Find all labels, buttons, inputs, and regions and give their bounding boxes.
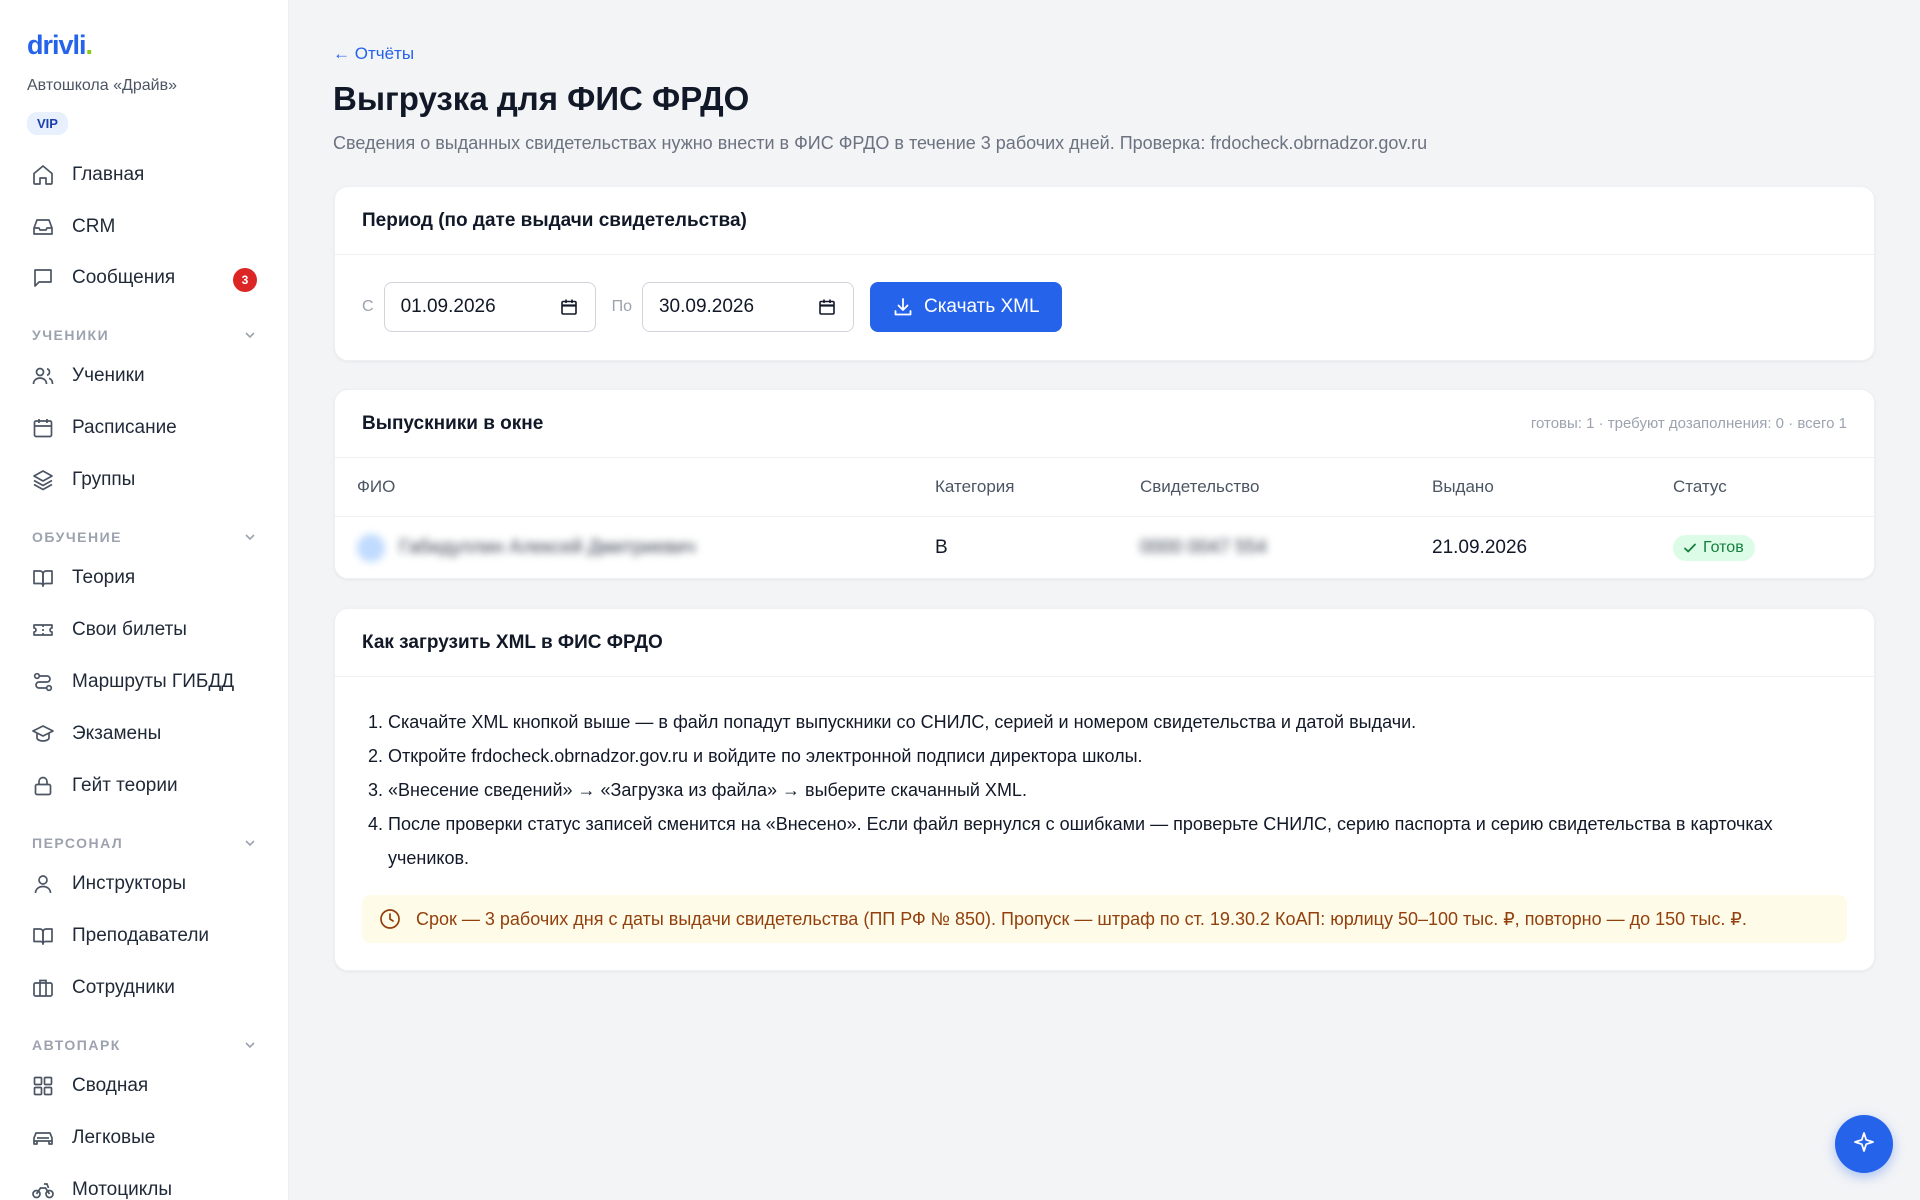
- column-header-issued[interactable]: Выдано: [1432, 458, 1673, 517]
- sidebar-item-instructors[interactable]: Инструкторы: [18, 861, 270, 907]
- page-title: Выгрузка для ФИС ФРДО: [333, 80, 750, 117]
- section-fleet[interactable]: АВТОПАРК: [32, 1037, 258, 1053]
- sidebar-item-teachers[interactable]: Преподаватели: [18, 913, 270, 959]
- download-xml-button[interactable]: Скачать XML: [869, 282, 1062, 332]
- instructions-card-title: Как загрузить XML в ФИС ФРДО: [362, 631, 663, 653]
- book-open-icon: [31, 924, 55, 948]
- avatar: [357, 534, 385, 563]
- calendar-icon: [31, 416, 55, 440]
- date-from-input[interactable]: 01.09.2026: [383, 282, 596, 332]
- grid-icon: [31, 1074, 55, 1098]
- period-card-header: Период (по дате выдачи свидетельства): [335, 187, 1874, 255]
- column-header-name[interactable]: ФИО: [335, 458, 935, 517]
- chevron-down-icon: [242, 529, 258, 545]
- from-label: С: [362, 298, 374, 315]
- clock-icon: [378, 907, 402, 931]
- sidebar-item-custom-tickets[interactable]: Свои билеты: [18, 607, 270, 653]
- message-icon: [31, 266, 55, 290]
- table-header-row: ФИО Категория Свидетельство Выдано Стату…: [335, 458, 1874, 517]
- graduates-summary: готовы: 1 · требуют дозаполнения: 0 · вс…: [1530, 415, 1847, 432]
- date-to-input[interactable]: 30.09.2026: [641, 282, 854, 332]
- list-item: «Внесение сведений» → «Загрузка из файла…: [388, 773, 1847, 807]
- table-row[interactable]: Габидуллин Алексей Дмитриевич B 0000 004…: [335, 516, 1874, 580]
- school-name: Автошкола «Драйв»: [27, 77, 177, 94]
- period-card: Период (по дате выдачи свидетельства) С …: [334, 186, 1875, 361]
- download-icon: [892, 296, 914, 318]
- route-icon: [31, 670, 55, 694]
- sidebar-item-employees[interactable]: Сотрудники: [18, 965, 270, 1011]
- instructions-card: Как загрузить XML в ФИС ФРДО Скачайте XM…: [334, 608, 1875, 971]
- to-label: По: [611, 298, 632, 315]
- section-staff[interactable]: ПЕРСОНАЛ: [32, 835, 258, 851]
- sidebar-item-exams[interactable]: Экзамены: [18, 711, 270, 757]
- instructions-card-header: Как загрузить XML в ФИС ФРДО: [335, 609, 1874, 677]
- list-item: Откройте frdocheck.obrnadzor.gov.ru и во…: [388, 739, 1847, 773]
- period-controls: С 01.09.2026 По 30.09.2026 Скачать XML: [335, 255, 1874, 359]
- home-icon: [31, 163, 55, 187]
- inbox-icon: [31, 215, 55, 239]
- chevron-down-icon: [242, 1037, 258, 1053]
- cell-category: B: [935, 537, 948, 559]
- column-header-status[interactable]: Статус: [1673, 458, 1874, 517]
- sidebar-item-theory[interactable]: Теория: [18, 555, 270, 601]
- chevron-down-icon: [242, 835, 258, 851]
- plan-badge: VIP: [27, 112, 68, 135]
- list-item: Скачайте XML кнопкой выше — в файл попад…: [388, 705, 1847, 739]
- lock-icon: [31, 774, 55, 798]
- page-subtitle: Сведения о выданных свидетельствах нужно…: [333, 133, 1428, 153]
- unread-count-badge: 3: [233, 268, 257, 292]
- cell-certificate: 0000 0047 554: [1140, 537, 1267, 559]
- graduation-cap-icon: [31, 722, 55, 746]
- user-icon: [31, 872, 55, 896]
- sidebar-item-home[interactable]: Главная: [18, 152, 270, 198]
- calendar-icon[interactable]: [559, 297, 579, 317]
- sparkle-icon: [1852, 1130, 1876, 1159]
- deadline-notice: Срок — 3 рабочих дня с даты выдачи свиде…: [362, 895, 1847, 943]
- graduates-card-title: Выпускники в окне: [362, 412, 544, 434]
- brand-logo[interactable]: drivli.: [27, 30, 93, 61]
- cell-issued: 21.09.2026: [1432, 537, 1528, 559]
- sidebar-item-motorcycles[interactable]: Мотоциклы: [18, 1167, 270, 1200]
- sidebar-item-routes[interactable]: Маршруты ГИБДД: [18, 659, 270, 705]
- graduates-card: Выпускники в окне готовы: 1 · требуют до…: [334, 389, 1875, 579]
- graduates-card-header: Выпускники в окне готовы: 1 · требуют до…: [335, 390, 1874, 458]
- back-to-reports-link[interactable]: ← Отчёты: [333, 44, 414, 64]
- main-content: ← Отчёты Выгрузка для ФИС ФРДО Сведения …: [289, 0, 1920, 1200]
- sidebar-item-messages[interactable]: Сообщения 3: [18, 255, 270, 301]
- column-header-certificate[interactable]: Свидетельство: [1140, 458, 1432, 517]
- users-icon: [31, 364, 55, 388]
- sidebar-item-fleet-summary[interactable]: Сводная: [18, 1063, 270, 1109]
- ticket-icon: [31, 618, 55, 642]
- sidebar-item-crm[interactable]: CRM: [18, 204, 270, 250]
- period-card-title: Период (по дате выдачи свидетельства): [362, 209, 747, 231]
- instruction-steps: Скачайте XML кнопкой выше — в файл попад…: [335, 677, 1874, 875]
- sidebar-item-schedule[interactable]: Расписание: [18, 405, 270, 451]
- section-training[interactable]: ОБУЧЕНИЕ: [32, 529, 258, 545]
- graduates-table: ФИО Категория Свидетельство Выдано Стату…: [335, 458, 1874, 580]
- cell-name: Габидуллин Алексей Дмитриевич: [335, 516, 935, 580]
- cell-status: Готов: [1673, 516, 1874, 580]
- sidebar-item-students[interactable]: Ученики: [18, 353, 270, 399]
- status-badge: Готов: [1673, 534, 1755, 561]
- chevron-down-icon: [242, 327, 258, 343]
- check-icon: [1682, 540, 1698, 556]
- motorcycle-icon: [31, 1178, 55, 1200]
- ai-assistant-button[interactable]: [1835, 1115, 1893, 1173]
- calendar-icon[interactable]: [817, 297, 837, 317]
- layers-icon: [31, 468, 55, 492]
- list-item: После проверки статус записей сменится н…: [388, 807, 1847, 875]
- sidebar: drivli. Автошкола «Драйв» VIP Главная CR…: [0, 0, 289, 1200]
- section-students[interactable]: УЧЕНИКИ: [32, 327, 258, 343]
- sidebar-item-theory-gate[interactable]: Гейт теории: [18, 763, 270, 809]
- sidebar-item-groups[interactable]: Группы: [18, 457, 270, 503]
- briefcase-icon: [31, 976, 55, 1000]
- book-icon: [31, 566, 55, 590]
- car-icon: [31, 1126, 55, 1150]
- sidebar-item-cars[interactable]: Легковые: [18, 1115, 270, 1161]
- column-header-category[interactable]: Категория: [935, 458, 1140, 517]
